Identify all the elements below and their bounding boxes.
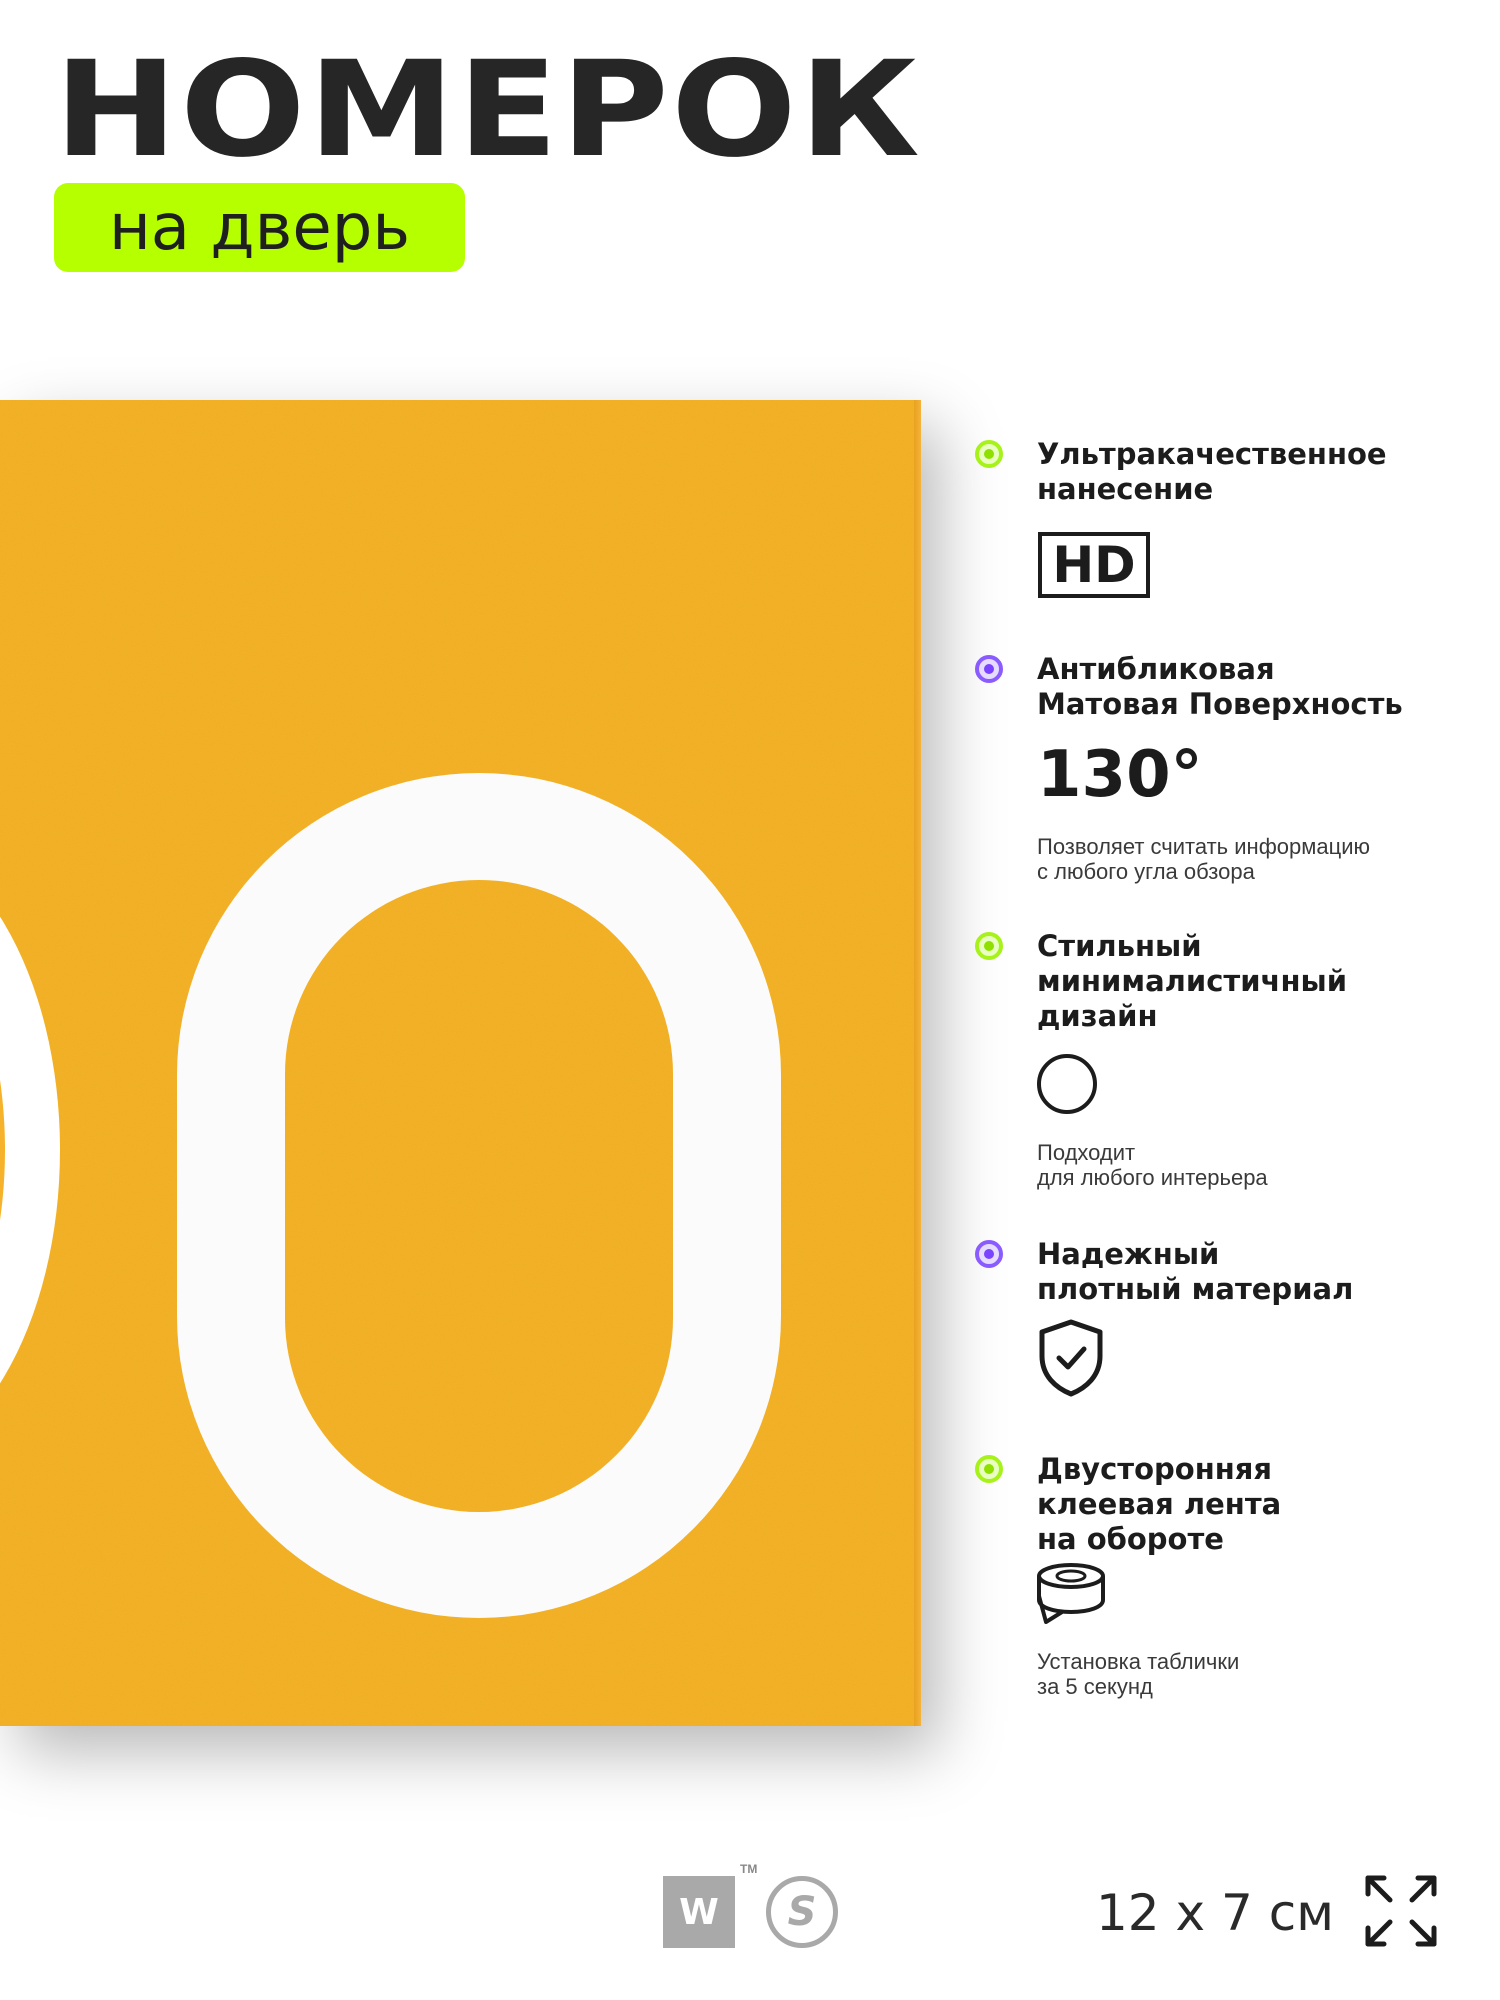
size-label: 12 х 7 см [1096,1884,1334,1942]
feature-2-note-line: Позволяет считать информацию [1037,834,1371,859]
feature-5-note: Установка таблички за 5 секунд [1037,1649,1239,1699]
brand-s-logo: S [766,1876,838,1948]
viewing-angle-value: 130° [1037,738,1203,812]
feature-2-title: Антибликовая Матовая Поверхность [1037,652,1403,722]
plate-digits [0,400,921,1726]
feature-3-title-line: минималистичный [1037,964,1348,998]
feature-3-title-line: Стильный [1037,929,1202,963]
feature-2-title-line: Матовая Поверхность [1037,687,1403,721]
hd-badge: HD [1038,532,1150,598]
feature-4-title-line: плотный материал [1037,1272,1354,1306]
feature-4-title: Надежный плотный материал [1037,1237,1353,1307]
feature-3-title-line: дизайн [1037,999,1158,1033]
feature-5-note-line: за 5 секунд [1037,1674,1153,1699]
circle-icon [1037,1054,1097,1114]
feature-2-title-line: Антибликовая [1037,652,1275,686]
tape-roll-icon [1037,1563,1105,1624]
feature-2-note: Позволяет считать информацию с любого уг… [1037,834,1370,884]
bullet-purple-icon [975,655,1003,683]
feature-5-title-line: Двусторонняя [1037,1452,1273,1486]
feature-5-note-line: Установка таблички [1037,1649,1240,1674]
feature-1-title: Ультракачественное нанесение [1037,437,1387,507]
feature-2-note-line: с любого угла обзора [1037,859,1255,884]
feature-1-title-line: нанесение [1037,472,1214,506]
shield-check-icon [1039,1319,1103,1397]
feature-5-title: Двусторонняя клеевая лента на обороте [1037,1452,1281,1557]
bullet-purple-icon [975,1240,1003,1268]
feature-3-note-line: для любого интерьера [1037,1165,1268,1190]
bullet-green-icon [975,932,1003,960]
subtitle-pill: на дверь [54,183,465,272]
feature-3-note-line: Подходит [1037,1140,1136,1165]
page-title: НОМЕРОК [54,33,923,187]
feature-1-title-line: Ультракачественное [1037,437,1387,471]
trademark-label: TM [740,1862,758,1876]
feature-5-title-line: клеевая лента [1037,1487,1282,1521]
feature-3-title: Стильный минималистичный дизайн [1037,929,1347,1034]
plate-edge [914,400,921,1726]
feature-3-note: Подходит для любого интерьера [1037,1140,1268,1190]
bullet-green-icon [975,1455,1003,1483]
bullet-green-icon [975,440,1003,468]
door-number-plate [0,400,921,1726]
feature-4-title-line: Надежный [1037,1237,1220,1271]
subtitle-text: на дверь [108,190,411,265]
feature-5-title-line: на обороте [1037,1522,1224,1556]
brand-w-logo: W [663,1876,735,1948]
brand-w-letter: W [679,1891,719,1933]
brand-s-letter: S [787,1889,817,1935]
expand-arrows-icon [1365,1875,1437,1947]
